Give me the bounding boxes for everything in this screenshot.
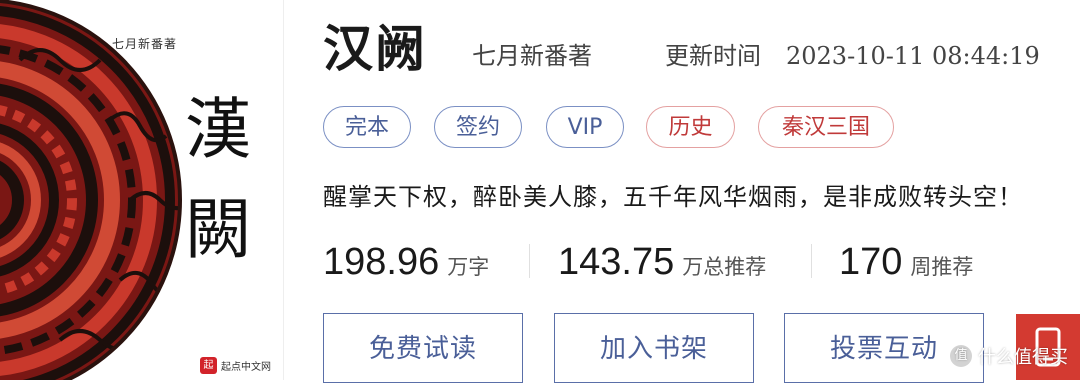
- publisher-logo: 起 起点中文网: [200, 356, 271, 374]
- smzdm-logo-icon: 值: [950, 345, 972, 367]
- tag-signed[interactable]: 签约: [434, 106, 522, 148]
- cover-title-char: 漢: [185, 91, 251, 168]
- stat-unit: 万总推荐: [682, 255, 767, 279]
- book-author[interactable]: 七月新番著: [472, 40, 592, 72]
- tag-completed[interactable]: 完本: [323, 106, 411, 148]
- stat-value: 143.75: [558, 241, 675, 283]
- update-time-label: 更新时间: [665, 42, 761, 70]
- book-cover[interactable]: 七月新番著 漢 闕 起 起点中文网: [0, 0, 284, 380]
- stat-total-recommend: 143.75 万总推荐: [558, 238, 766, 286]
- smzdm-watermark: 值 什么值得买: [950, 343, 1068, 369]
- stat-unit: 周推荐: [910, 255, 974, 279]
- add-to-shelf-button[interactable]: 加入书架: [554, 313, 754, 383]
- stat-value: 198.96: [323, 241, 440, 283]
- book-title: 汉阙: [323, 20, 427, 78]
- tag-vip[interactable]: VIP: [546, 106, 624, 148]
- book-intro: 醒掌天下权，醉卧美人膝，五千年风华烟雨，是非成败转头空！: [323, 183, 1023, 211]
- cover-title-char: 闕: [185, 191, 251, 268]
- stat-divider: [529, 244, 530, 278]
- qidian-logo-icon: 起: [200, 356, 217, 374]
- watermark-text: 什么值得买: [978, 347, 1068, 368]
- free-read-button[interactable]: 免费试读: [323, 313, 523, 383]
- publisher-name: 起点中文网: [221, 361, 271, 373]
- cover-title-calligraphy: 漢 闕: [183, 80, 253, 280]
- tag-qin-han[interactable]: 秦汉三国: [758, 106, 894, 148]
- tag-history[interactable]: 历史: [646, 106, 735, 148]
- stat-word-count: 198.96 万字: [323, 238, 489, 286]
- stat-weekly-recommend: 170 周推荐: [839, 238, 973, 286]
- cover-author-text: 七月新番著: [112, 37, 178, 51]
- update-time-value: 2023-10-11 08:44:19: [786, 42, 1040, 70]
- stat-unit: 万字: [447, 255, 490, 279]
- stat-divider: [811, 244, 812, 278]
- stat-value: 170: [839, 241, 903, 283]
